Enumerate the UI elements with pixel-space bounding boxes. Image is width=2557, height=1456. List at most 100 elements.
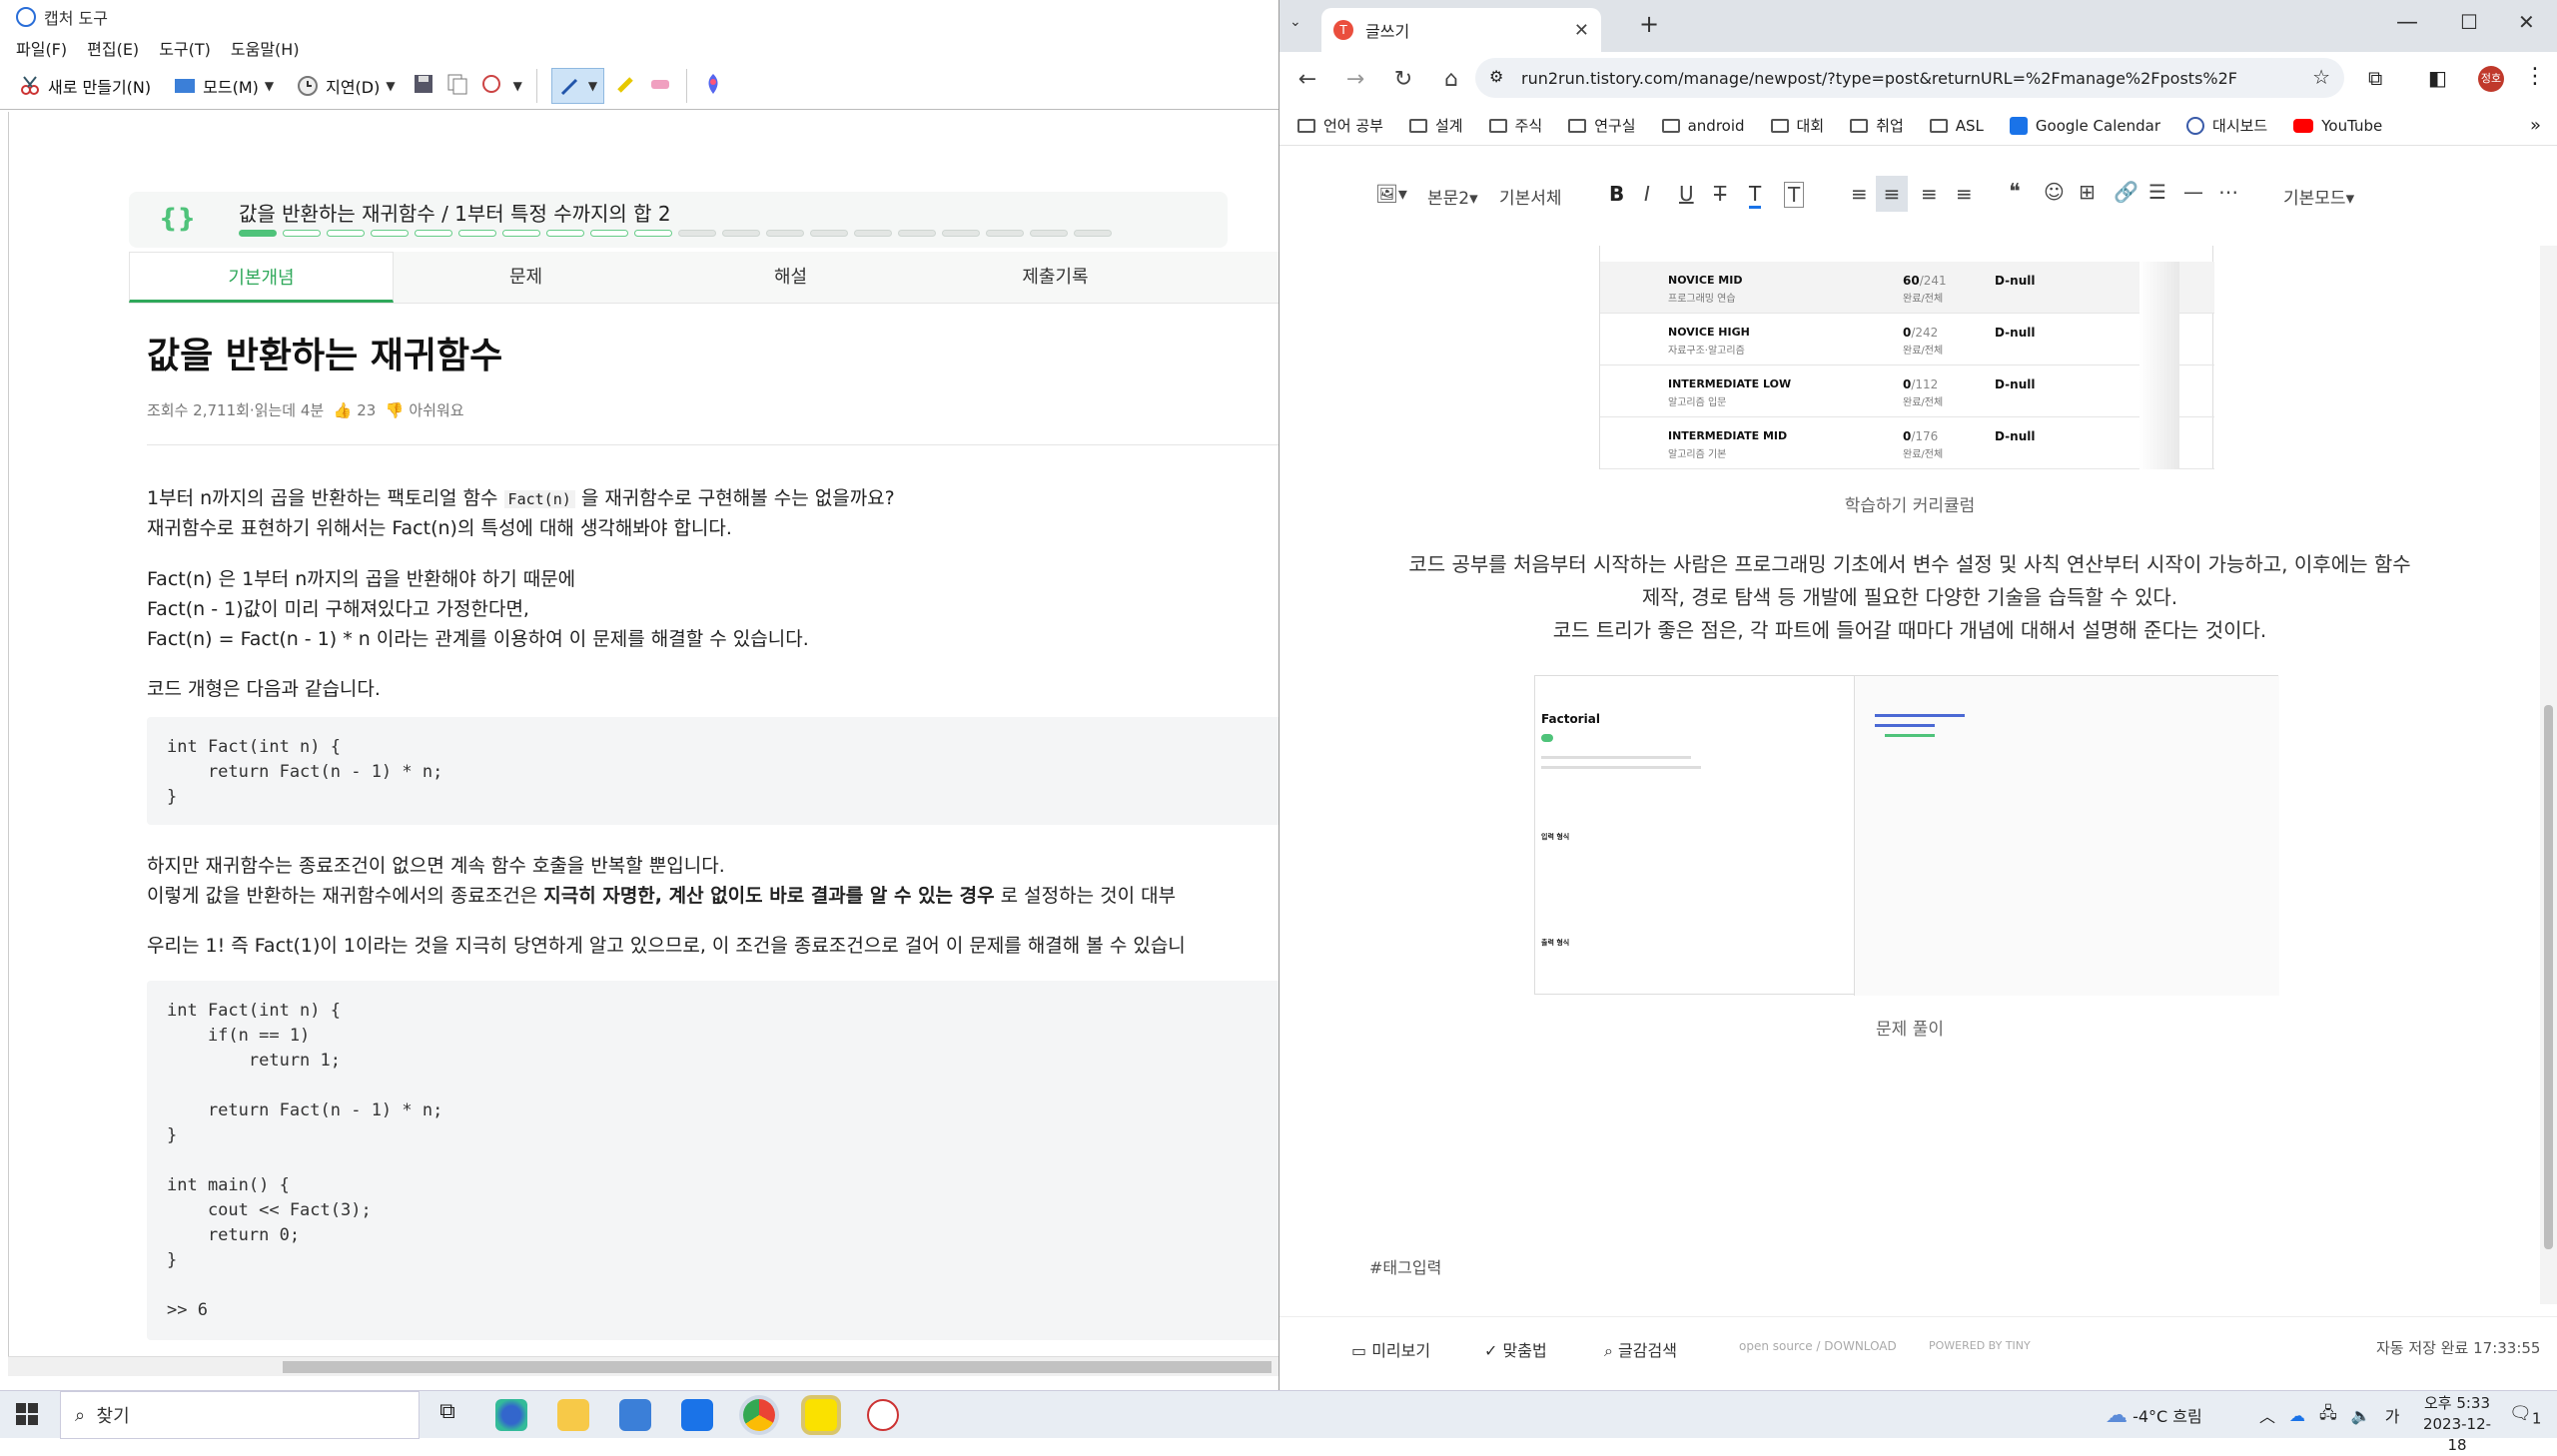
editor-content[interactable]: NOVICE MID 프로그래밍 연습 60/241 완료/전체 D-null …: [1279, 246, 2540, 1304]
bookmark-folder[interactable]: 설계: [1408, 115, 1463, 136]
home-icon[interactable]: ⌂: [1439, 67, 1463, 92]
send-icon[interactable]: [479, 72, 503, 100]
bookmark-folder[interactable]: 취업: [1850, 115, 1904, 136]
bookmark-folder[interactable]: 언어 공부: [1297, 115, 1383, 136]
taskbar-search[interactable]: ⌕ 찾기: [60, 1391, 420, 1439]
extensions-icon[interactable]: ⧉: [2368, 66, 2382, 90]
onedrive-icon[interactable]: ☁: [2289, 1406, 2305, 1425]
bookmark-link[interactable]: 대시보드: [2186, 115, 2267, 136]
menu-file[interactable]: 파일(F): [16, 36, 67, 60]
vertical-scrollbar[interactable]: [2540, 246, 2557, 1304]
editor-mode-select[interactable]: 기본모드▾: [2283, 184, 2354, 209]
back-icon[interactable]: ←: [1295, 67, 1319, 92]
paragraph-style-select[interactable]: 본문2▾: [1427, 184, 1478, 209]
forward-icon[interactable]: →: [1343, 67, 1367, 92]
menu-help[interactable]: 도움말(H): [231, 36, 300, 60]
copy-icon[interactable]: [445, 72, 469, 100]
thumbs-up-icon[interactable]: 👍: [334, 401, 353, 419]
kakaotalk-icon[interactable]: [805, 1399, 837, 1431]
quote-icon[interactable]: ❝: [2009, 180, 2021, 205]
snipping-tool-icon[interactable]: [867, 1399, 899, 1431]
new-capture-button[interactable]: 새로 만들기(N): [12, 68, 157, 104]
clock[interactable]: 오후 5:33 2023-12-18: [2417, 1393, 2497, 1456]
scrollbar-thumb[interactable]: [283, 1361, 1272, 1373]
eraser-icon[interactable]: [648, 72, 672, 100]
more-menu-icon[interactable]: ⋮: [2524, 64, 2546, 89]
minimize-icon[interactable]: —: [2396, 10, 2418, 35]
bookmark-folder[interactable]: 연구실: [1568, 115, 1636, 136]
material-search-button[interactable]: ⌕ 글감검색: [1604, 1337, 1677, 1361]
font-select[interactable]: 기본서체: [1499, 184, 1562, 209]
align-right-icon[interactable]: ≡: [1921, 182, 1938, 206]
spellcheck-button[interactable]: ✓ 맞춤법: [1484, 1337, 1547, 1361]
weather-widget[interactable]: ☁ -4°C 흐림: [2106, 1391, 2202, 1439]
site-info-icon[interactable]: ⚙: [1489, 67, 1503, 86]
bold-icon[interactable]: B: [1609, 182, 1624, 206]
tag-input[interactable]: #태그입력: [1369, 1254, 1441, 1278]
mail-icon[interactable]: [681, 1399, 713, 1431]
save-icon[interactable]: [412, 72, 435, 100]
notification-icon[interactable]: 🗨1: [2509, 1403, 2541, 1428]
edge-icon[interactable]: [495, 1399, 527, 1431]
menu-edit[interactable]: 편집(E): [87, 36, 139, 60]
bookmark-folder[interactable]: 대회: [1770, 115, 1824, 136]
more-bookmarks-icon[interactable]: »: [2530, 115, 2541, 136]
emoji-icon[interactable]: ☺: [2044, 180, 2065, 204]
align-justify-icon[interactable]: ≡: [1956, 182, 1973, 206]
url-field[interactable]: ⚙ run2run.tistory.com/manage/newpost/?ty…: [1475, 58, 2344, 98]
task-view-icon[interactable]: ⧉: [431, 1399, 463, 1431]
tab-submissions[interactable]: 제출기록: [923, 252, 1188, 303]
side-panel-icon[interactable]: ◧: [2428, 66, 2447, 90]
menu-tools[interactable]: 도구(T): [159, 36, 211, 60]
list-icon[interactable]: ☰: [2148, 180, 2166, 204]
bookmark-link[interactable]: Google Calendar: [2009, 116, 2160, 135]
close-tab-icon[interactable]: ✕: [1574, 20, 1589, 41]
preview-button[interactable]: ▭ 미리보기: [1351, 1337, 1430, 1361]
profile-avatar[interactable]: 정호: [2478, 66, 2504, 92]
table-icon[interactable]: ⊞: [2079, 180, 2096, 204]
more-tools-icon[interactable]: ⋯: [2218, 180, 2238, 204]
bookmark-link[interactable]: YouTube: [2293, 117, 2382, 135]
scrollbar-thumb[interactable]: [2544, 705, 2553, 1249]
text-color-icon[interactable]: T: [1749, 182, 1762, 209]
start-icon[interactable]: [16, 1403, 38, 1425]
tab-write[interactable]: T 글쓰기 ✕: [1321, 8, 1601, 52]
chevron-down-icon[interactable]: ▼: [513, 79, 522, 93]
italic-icon[interactable]: I: [1644, 182, 1650, 206]
network-icon[interactable]: 🖧: [2319, 1402, 2337, 1429]
bookmark-folder[interactable]: ASL: [1929, 117, 1984, 135]
maximize-icon[interactable]: ☐: [2460, 10, 2478, 34]
highlighter-icon[interactable]: [614, 72, 638, 100]
strikethrough-icon[interactable]: T: [1714, 182, 1726, 206]
ime-indicator[interactable]: 가: [2385, 1403, 2400, 1427]
chevron-up-icon[interactable]: ︿: [2259, 1403, 2275, 1427]
link-icon[interactable]: 🔗: [2114, 180, 2138, 204]
horizontal-rule-icon[interactable]: —: [2183, 180, 2203, 204]
file-explorer-icon[interactable]: [557, 1399, 589, 1431]
bookmark-star-icon[interactable]: ☆: [2312, 65, 2330, 89]
paint-3d-icon[interactable]: [701, 72, 725, 100]
text-background-icon[interactable]: T: [1784, 182, 1805, 208]
image-insert-icon[interactable]: 🖼▾: [1375, 184, 1407, 205]
close-window-icon[interactable]: ✕: [2518, 10, 2535, 34]
store-icon[interactable]: [619, 1399, 651, 1431]
tab-problem[interactable]: 문제: [394, 252, 658, 303]
mode-button[interactable]: 모드(M) ▼: [167, 68, 280, 104]
tab-solution[interactable]: 해설: [658, 252, 923, 303]
bookmark-folder[interactable]: android: [1661, 117, 1745, 135]
delay-button[interactable]: 지연(D) ▼: [290, 68, 401, 104]
tab-concept[interactable]: 기본개념: [129, 252, 394, 303]
bookmark-folder[interactable]: 주식: [1488, 115, 1542, 136]
underline-icon[interactable]: U: [1679, 182, 1694, 206]
align-left-icon[interactable]: ≡: [1851, 182, 1868, 206]
align-center-icon[interactable]: ≡: [1876, 176, 1908, 212]
volume-icon[interactable]: 🔈: [2351, 1406, 2371, 1425]
horizontal-scrollbar[interactable]: [8, 1356, 1278, 1376]
thumbs-down-icon[interactable]: 👎: [386, 401, 405, 419]
tab-search-icon[interactable]: ⌄: [1289, 14, 1301, 30]
chrome-icon[interactable]: [743, 1399, 775, 1431]
new-tab-icon[interactable]: +: [1639, 10, 1659, 38]
open-source-link[interactable]: open source / DOWNLOAD: [1739, 1339, 1897, 1353]
pen-button[interactable]: ▼: [550, 67, 605, 104]
reload-icon[interactable]: ↻: [1391, 67, 1415, 92]
